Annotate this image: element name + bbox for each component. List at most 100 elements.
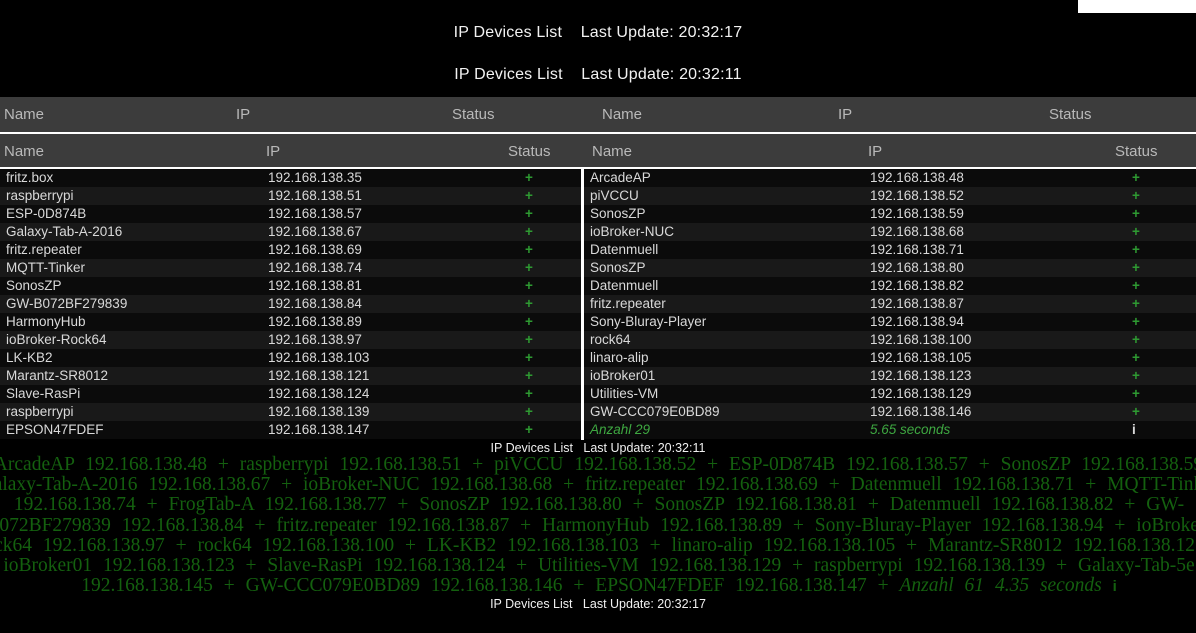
info-icon[interactable]: i (1113, 578, 1117, 595)
table-row[interactable]: Slave-RasPi 192.168.138.124 + (0, 385, 581, 403)
status-online-icon[interactable]: + (525, 187, 533, 205)
table-row[interactable]: Datenmuell 192.168.138.71 + (584, 241, 1196, 259)
table-row[interactable]: Utilities-VM 192.168.138.129 + (584, 385, 1196, 403)
header-left-status[interactable]: Status (452, 106, 495, 123)
table-row[interactable]: ESP-0D874B 192.168.138.57 + (0, 205, 581, 223)
status-online-icon[interactable]: + (1132, 259, 1140, 277)
cell-device-ip: 192.168.138.48 (870, 170, 964, 185)
cell-device-ip: 192.168.138.84 (268, 296, 362, 311)
flow-summary-time: 4.35 seconds (994, 575, 1113, 597)
cell-device-ip: 192.168.138.68 (870, 224, 964, 239)
status-online-icon[interactable]: + (525, 367, 533, 385)
cell-device-ip: 192.168.138.52 (870, 188, 964, 203)
table-row[interactable]: ioBroker-NUC 192.168.138.68 + (584, 223, 1196, 241)
status-online-icon[interactable]: + (1132, 169, 1140, 187)
header-row-primary: Name IP Status Name IP Status (0, 97, 1196, 132)
cell-device-ip: 192.168.138.97 (268, 332, 362, 347)
cell-device-name: fritz.repeater (590, 296, 666, 311)
status-online-icon[interactable]: + (1132, 313, 1140, 331)
table-row[interactable]: SonosZP 192.168.138.81 + (0, 277, 581, 295)
cell-device-name: fritz.box (6, 170, 54, 185)
header-right-status[interactable]: Status (1049, 106, 1092, 123)
table-row[interactable]: SonosZP 192.168.138.59 + (584, 205, 1196, 223)
cell-device-name: Datenmuell (590, 278, 659, 293)
cell-device-name: Utilities-VM (590, 386, 659, 401)
info-icon[interactable]: i (1132, 421, 1136, 439)
top-right-white-block (1078, 0, 1196, 13)
table-row[interactable]: Sony-Bluray-Player 192.168.138.94 + (584, 313, 1196, 331)
cell-device-ip: 192.168.138.67 (268, 224, 362, 239)
status-online-icon[interactable]: + (525, 421, 533, 439)
cell-device-ip: 192.168.138.57 (268, 206, 362, 221)
cell-device-name: Slave-RasPi (6, 386, 81, 401)
table-summary-row[interactable]: Anzahl 29 5.65 seconds i (584, 421, 1196, 439)
table-row[interactable]: ioBroker01 192.168.138.123 + (584, 367, 1196, 385)
table-row[interactable]: SonosZP 192.168.138.80 + (584, 259, 1196, 277)
header2-left-ip[interactable]: IP (266, 143, 280, 160)
status-online-icon[interactable]: + (525, 277, 533, 295)
status-online-icon[interactable]: + (525, 349, 533, 367)
header-right-ip[interactable]: IP (838, 106, 852, 123)
header2-right-ip[interactable]: IP (868, 143, 882, 160)
status-online-icon[interactable]: + (1132, 223, 1140, 241)
table-row[interactable]: GW-B072BF279839 192.168.138.84 + (0, 295, 581, 313)
status-online-icon[interactable]: + (1132, 385, 1140, 403)
table-row[interactable]: Galaxy-Tab-A-2016 192.168.138.67 + (0, 223, 581, 241)
table-row[interactable]: GW-CCC079E0BD89 192.168.138.146 + (584, 403, 1196, 421)
table-row[interactable]: HarmonyHub 192.168.138.89 + (0, 313, 581, 331)
status-online-icon[interactable]: + (1132, 187, 1140, 205)
cell-device-name: piVCCU (590, 188, 639, 203)
table-row[interactable]: EPSON47FDEF 192.168.138.147 + (0, 421, 581, 439)
cell-device-ip: 5.65 seconds (870, 422, 951, 437)
header2-right-status[interactable]: Status (1115, 143, 1158, 160)
table-row[interactable]: MQTT-Tinker 192.168.138.74 + (0, 259, 581, 277)
status-online-icon[interactable]: + (525, 259, 533, 277)
status-online-icon[interactable]: + (525, 169, 533, 187)
status-online-icon[interactable]: + (525, 313, 533, 331)
status-online-icon[interactable]: + (525, 331, 533, 349)
table-row[interactable]: fritz.repeater 192.168.138.87 + (584, 295, 1196, 313)
cell-device-name: linaro-alip (590, 350, 649, 365)
status-online-icon[interactable]: + (525, 385, 533, 403)
table-row[interactable]: rock64 192.168.138.100 + (584, 331, 1196, 349)
table-row[interactable]: piVCCU 192.168.138.52 + (584, 187, 1196, 205)
header-left-name[interactable]: Name (4, 106, 44, 123)
table-row[interactable]: linaro-alip 192.168.138.105 + (584, 349, 1196, 367)
table-row[interactable]: Datenmuell 192.168.138.82 + (584, 277, 1196, 295)
table-row[interactable]: ioBroker-Rock64 192.168.138.97 + (0, 331, 581, 349)
cell-device-name: rock64 (590, 332, 631, 347)
table-row[interactable]: raspberrypi 192.168.138.51 + (0, 187, 581, 205)
status-online-icon[interactable]: + (525, 223, 533, 241)
table-row[interactable]: fritz.box 192.168.138.35 + (0, 169, 581, 187)
header2-left-status[interactable]: Status (508, 143, 551, 160)
cell-device-name: ioBroker-Rock64 (6, 332, 107, 347)
status-online-icon[interactable]: + (1132, 295, 1140, 313)
status-online-icon[interactable]: + (525, 241, 533, 259)
status-online-icon[interactable]: + (525, 295, 533, 313)
status-online-icon[interactable]: + (1132, 205, 1140, 223)
status-online-icon[interactable]: + (1132, 349, 1140, 367)
cell-device-name: ioBroker-NUC (590, 224, 675, 239)
status-online-icon[interactable]: + (1132, 367, 1140, 385)
cell-device-name: LK-KB2 (6, 350, 53, 365)
header2-left-name[interactable]: Name (4, 143, 44, 160)
status-online-icon[interactable]: + (1132, 241, 1140, 259)
table-row[interactable]: Marantz-SR8012 192.168.138.121 + (0, 367, 581, 385)
table-row[interactable]: LK-KB2 192.168.138.103 + (0, 349, 581, 367)
header2-right-name[interactable]: Name (592, 143, 632, 160)
cell-device-name: Galaxy-Tab-A-2016 (6, 224, 123, 239)
cell-device-ip: 192.168.138.74 (268, 260, 362, 275)
cell-device-ip: 192.168.138.139 (268, 404, 370, 419)
status-online-icon[interactable]: + (1132, 331, 1140, 349)
status-online-icon[interactable]: + (525, 205, 533, 223)
status-online-icon[interactable]: + (525, 403, 533, 421)
header-left-ip[interactable]: IP (236, 106, 250, 123)
cell-device-ip: 192.168.138.103 (268, 350, 370, 365)
table-row[interactable]: ArcadeAP 192.168.138.48 + (584, 169, 1196, 187)
header-right-name[interactable]: Name (602, 106, 642, 123)
table-header-band: Name IP Status Name IP Status Name IP St… (0, 97, 1196, 169)
status-online-icon[interactable]: + (1132, 403, 1140, 421)
table-row[interactable]: fritz.repeater 192.168.138.69 + (0, 241, 581, 259)
table-row[interactable]: raspberrypi 192.168.138.139 + (0, 403, 581, 421)
status-online-icon[interactable]: + (1132, 277, 1140, 295)
